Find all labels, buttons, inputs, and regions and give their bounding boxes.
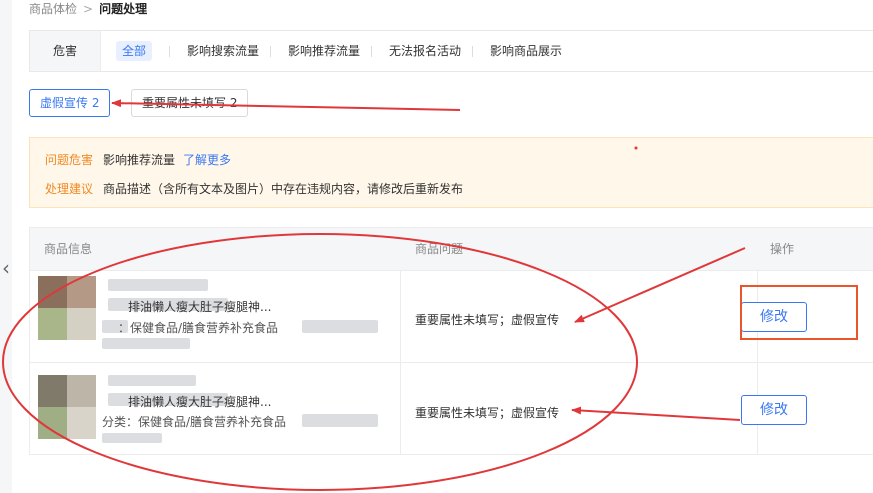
header-problem: 商品问题: [415, 242, 464, 256]
product-title[interactable]: 排油懒人瘦大肚子瘦腿神...: [128, 393, 271, 410]
product-problem: 重要属性未填写；虚假宣传: [415, 406, 560, 420]
chip-divider: [472, 46, 473, 57]
product-category: 分类：保健食品/膳食营养补充食品: [102, 415, 287, 429]
blurred-text: [302, 320, 378, 333]
blurred-text: [102, 338, 190, 349]
filter-label: 危害: [30, 31, 101, 71]
product-thumbnail[interactable]: [38, 375, 96, 439]
blurred-text: [302, 414, 378, 427]
breadcrumb-parent[interactable]: 商品体检: [29, 2, 77, 16]
table-header: 商品信息 商品问题 操作: [30, 228, 873, 270]
breadcrumb-separator: >: [83, 2, 94, 16]
blurred-text: [102, 433, 162, 443]
chip-divider: [371, 46, 372, 57]
product-category: ：保健食品/膳食营养补充食品: [118, 321, 279, 335]
edit-button[interactable]: 修改: [741, 395, 807, 425]
harm-filter-bar: 危害 全部 影响搜索流量 影响推荐流量 无法报名活动 影响商品展示: [29, 30, 873, 72]
product-problem: 重要属性未填写；虚假宣传: [415, 313, 560, 327]
chip-divider: [270, 46, 271, 57]
chip-divider: [169, 46, 170, 57]
chevron-left-icon[interactable]: ‹: [2, 258, 10, 278]
header-action: 操作: [770, 242, 795, 256]
filter-chip-search-traffic[interactable]: 影响搜索流量: [187, 31, 259, 71]
blurred-text: [108, 279, 208, 291]
filter-chip-activity[interactable]: 无法报名活动: [389, 31, 461, 71]
harm-value: 影响推荐流量: [103, 153, 176, 167]
issue-tab-missing-attributes[interactable]: 重要属性未填写 2: [131, 89, 249, 117]
header-product-info: 商品信息: [44, 242, 93, 256]
blurred-text: [108, 375, 196, 386]
product-thumbnail[interactable]: [38, 276, 96, 340]
issue-tab-false-advertising[interactable]: 虚假宣传 2: [29, 89, 111, 117]
left-panel-edge: [0, 0, 12, 493]
learn-more-link[interactable]: 了解更多: [183, 153, 231, 167]
breadcrumb-current: 问题处理: [99, 2, 148, 16]
advice-value: 商品描述（含所有文本及图片）中存在违规内容，请修改后重新发布: [103, 182, 464, 196]
highlight-box: [740, 285, 858, 340]
issue-notice: 问题危害 影响推荐流量 了解更多 处理建议 商品描述（含所有文本及图片）中存在违规内容…: [29, 137, 873, 208]
harm-key: 问题危害: [45, 153, 94, 167]
filter-chip-recommend-traffic[interactable]: 影响推荐流量: [288, 31, 360, 71]
advice-key: 处理建议: [45, 182, 94, 196]
filter-chip-display[interactable]: 影响商品展示: [490, 31, 562, 71]
breadcrumb: 商品体检 > 问题处理: [29, 0, 148, 16]
product-title[interactable]: 排油懒人瘦大肚子瘦腿神...: [128, 298, 271, 315]
filter-chip-all[interactable]: 全部: [116, 41, 153, 61]
